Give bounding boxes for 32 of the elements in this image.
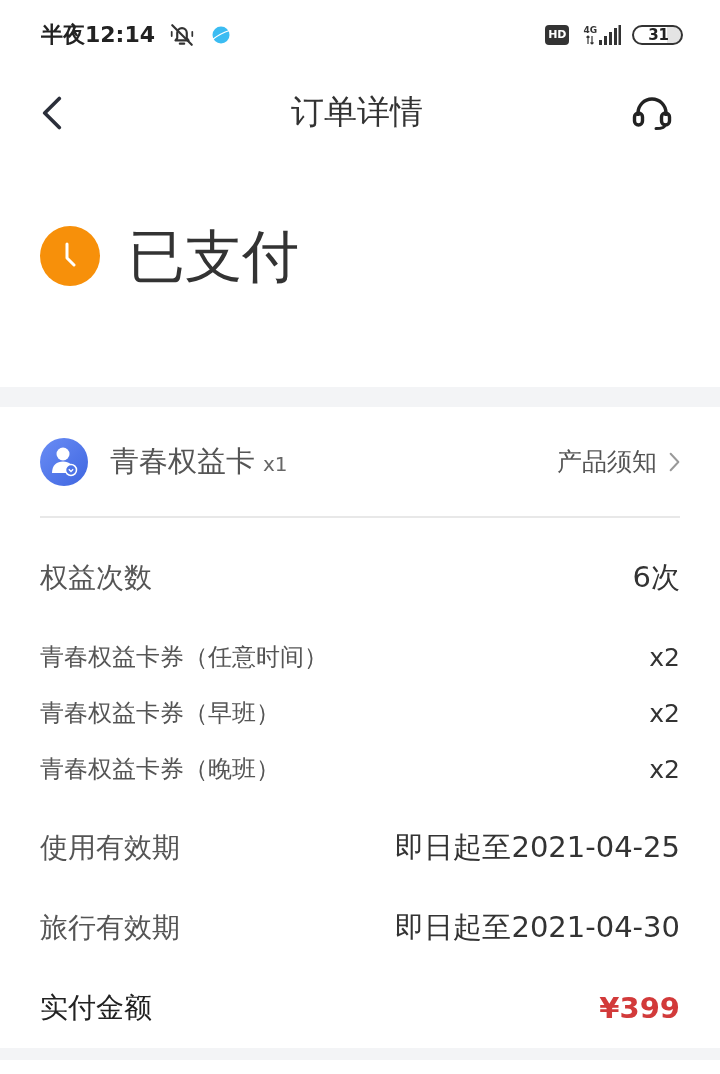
muted-bell-icon bbox=[169, 22, 196, 48]
hd-badge: HD bbox=[545, 25, 570, 45]
product-notice-link[interactable]: 产品须知 bbox=[557, 445, 680, 478]
product-name: 青春权益卡 bbox=[110, 442, 255, 480]
detail-label: 使用有效期 bbox=[40, 830, 180, 866]
back-chevron-icon bbox=[42, 95, 62, 130]
person-badge-icon bbox=[40, 437, 88, 486]
battery-indicator: 31 bbox=[632, 25, 683, 45]
signal-bars-icon bbox=[599, 25, 622, 45]
product-quantity: x1 bbox=[263, 451, 288, 476]
coupon-count: x2 bbox=[649, 754, 680, 784]
coupon-count: x2 bbox=[649, 642, 680, 672]
coupon-label: 青春权益卡券（任意时间） bbox=[40, 642, 328, 673]
coupon-label: 青春权益卡券（晚班） bbox=[40, 754, 280, 785]
page-title: 订单详情 bbox=[291, 91, 423, 133]
planet-icon bbox=[211, 25, 232, 45]
headset-icon bbox=[632, 95, 672, 130]
total-amount: ¥399 bbox=[599, 991, 680, 1025]
detail-value: 即日起至2021-04-30 bbox=[395, 909, 680, 946]
chevron-right-icon bbox=[669, 451, 680, 472]
coupon-count: x2 bbox=[649, 698, 680, 728]
status-time: 半夜12:14 bbox=[41, 21, 156, 49]
order-status: 已支付 bbox=[128, 226, 299, 286]
detail-label: 权益次数 bbox=[40, 560, 152, 596]
network-type: 4G bbox=[583, 25, 598, 35]
clock-icon bbox=[40, 226, 100, 286]
detail-value: 即日起至2021-04-25 bbox=[395, 829, 680, 866]
detail-value: 6次 bbox=[632, 559, 680, 596]
coupon-label: 青春权益卡券（早班） bbox=[40, 698, 280, 729]
total-label: 实付金额 bbox=[40, 990, 152, 1026]
data-arrows-icon bbox=[586, 35, 595, 45]
detail-label: 旅行有效期 bbox=[40, 910, 180, 946]
